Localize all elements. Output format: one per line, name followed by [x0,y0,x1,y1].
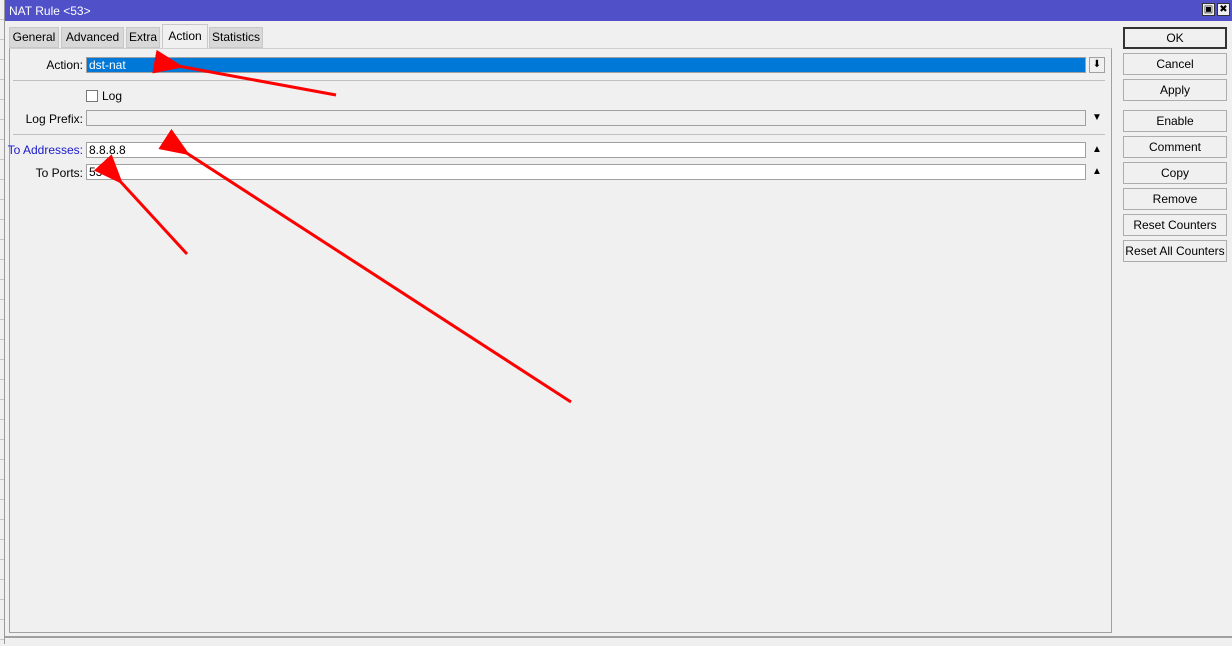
reset-all-counters-button[interactable]: Reset All Counters [1123,240,1227,262]
to-addresses-input[interactable]: 8.8.8.8 [86,142,1086,158]
reset-counters-button[interactable]: Reset Counters [1123,214,1227,236]
collapse-up-icon[interactable]: ▲ [1090,143,1104,157]
tab-statistics[interactable]: Statistics [209,27,263,48]
close-icon[interactable]: ✖ [1217,3,1230,16]
action-label: Action: [46,58,83,72]
log-checkbox[interactable] [86,90,98,102]
tab-action[interactable]: Action [162,24,208,49]
action-panel [9,48,1112,633]
title-bar[interactable]: NAT Rule <53> ▣ ✖ [5,0,1232,21]
nat-rule-window: NAT Rule <53> ▣ ✖ General Advanced Extra… [4,0,1232,644]
tab-advanced[interactable]: Advanced [61,27,124,48]
tab-extra[interactable]: Extra [126,27,160,48]
tab-general[interactable]: General [9,27,59,48]
remove-button[interactable]: Remove [1123,188,1227,210]
status-bar [5,636,1232,646]
expand-down-icon[interactable]: ▼ [1090,111,1104,125]
apply-button[interactable]: Apply [1123,79,1227,101]
to-ports-label: To Ports: [35,166,83,180]
window-title: NAT Rule <53> [9,4,91,18]
log-label: Log [102,89,123,103]
comment-button[interactable]: Comment [1123,136,1227,158]
restore-icon[interactable]: ▣ [1202,3,1215,16]
log-prefix-label: Log Prefix: [25,112,83,126]
collapse-up-icon[interactable]: ▲ [1090,165,1104,179]
separator [13,80,1105,81]
separator [13,134,1105,135]
to-ports-input[interactable]: 53 [86,164,1086,180]
to-addresses-label: To Addresses: [7,143,83,157]
copy-button[interactable]: Copy [1123,162,1227,184]
dropdown-arrow-icon[interactable]: ⬇ [1089,57,1105,73]
enable-button[interactable]: Enable [1123,110,1227,132]
cancel-button[interactable]: Cancel [1123,53,1227,75]
action-select[interactable]: dst-nat [86,57,1086,73]
ok-button[interactable]: OK [1123,27,1227,49]
log-prefix-input[interactable] [86,110,1086,126]
